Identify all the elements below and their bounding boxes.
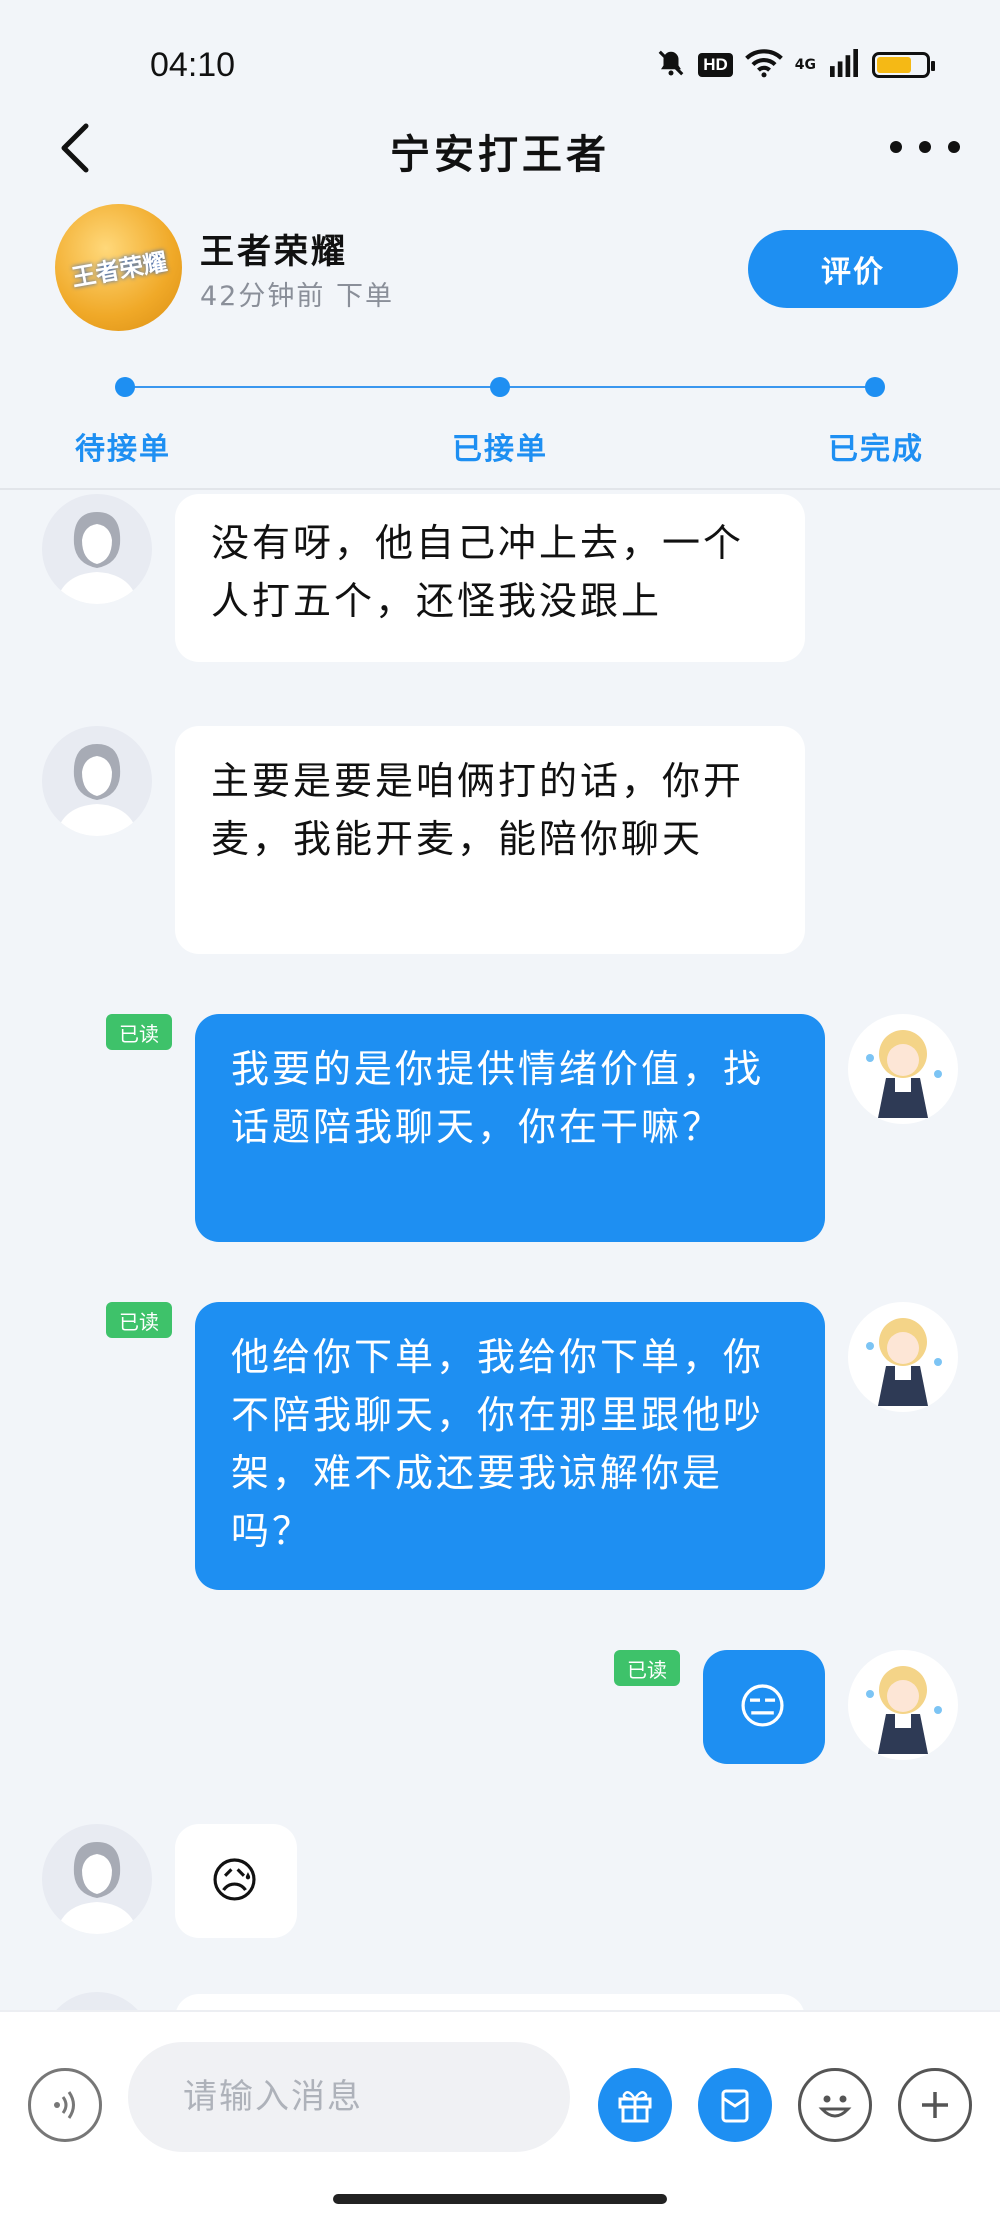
- message-bubble[interactable]: 没有呀，他自己冲上去，一个人打五个，还怪我没跟上: [175, 494, 805, 662]
- more-actions-button[interactable]: [898, 2068, 972, 2142]
- input-bar: [0, 2010, 1000, 2222]
- avatar[interactable]: [42, 1992, 152, 2010]
- message-bubble[interactable]: 我要的是你提供情绪价值，找话题陪我聊天，你在干嘛？: [195, 1014, 825, 1242]
- order-time: 42分钟前 下单: [200, 281, 394, 312]
- emoji-bubble[interactable]: 😥: [175, 1824, 297, 1938]
- message-bubble-partial[interactable]: [175, 1994, 805, 2010]
- battery-level: [877, 57, 911, 73]
- emoji-bubble[interactable]: 😑: [703, 1650, 825, 1764]
- signal-icon: [828, 49, 860, 81]
- emoji-button[interactable]: [798, 2068, 872, 2142]
- network-label: 4G: [794, 57, 816, 73]
- status-time: 04:10: [150, 46, 236, 84]
- page-title: 宁安打王者: [390, 132, 610, 178]
- smiley-icon: [818, 2095, 852, 2118]
- rate-button[interactable]: 评价: [748, 230, 958, 308]
- anime-avatar-icon: [866, 1318, 942, 1406]
- message-list[interactable]: 没有呀，他自己冲上去，一个人打五个，还怪我没跟上 主要是要是咱俩打的话，你开麦，…: [0, 490, 1000, 2010]
- user-avatar[interactable]: [848, 1650, 958, 1760]
- voice-icon: [54, 2091, 75, 2119]
- home-indicator[interactable]: [333, 2194, 667, 2204]
- game-name: 王者荣耀: [200, 232, 348, 272]
- status-bar: 04:10 HD 4G: [0, 0, 1000, 100]
- dot-icon: [919, 141, 931, 153]
- progress-dot-completed: [865, 377, 885, 397]
- default-avatar-icon: [56, 744, 138, 836]
- avatar[interactable]: [42, 494, 152, 604]
- step-accepted-label: 已接单: [452, 432, 548, 467]
- wifi-icon: [744, 48, 783, 82]
- message-input[interactable]: [128, 2042, 570, 2152]
- progress-dot-accepted: [490, 377, 510, 397]
- battery-icon: [872, 52, 935, 78]
- game-logo[interactable]: 王者荣耀: [55, 204, 182, 331]
- read-badge: 已读: [106, 1302, 172, 1338]
- step-completed-label: 已完成: [828, 432, 924, 467]
- red-packet-icon: [721, 2089, 749, 2123]
- title-bar: 宁安打王者: [0, 100, 1000, 200]
- more-options-button[interactable]: [890, 122, 960, 172]
- anime-avatar-icon: [866, 1030, 942, 1118]
- avatar[interactable]: [42, 1824, 152, 1934]
- avatar[interactable]: [42, 726, 152, 836]
- dot-icon: [948, 141, 960, 153]
- dot-icon: [890, 141, 902, 153]
- default-avatar-icon: [56, 1842, 138, 1934]
- read-badge: 已读: [614, 1650, 680, 1686]
- order-header: 王者荣耀 王者荣耀 42分钟前 下单 评价 待接单 已接单 已完成: [0, 200, 1000, 490]
- game-logo-text: 王者荣耀: [69, 247, 169, 293]
- mute-bell-icon: [656, 48, 686, 82]
- anime-avatar-icon: [866, 1666, 942, 1754]
- red-packet-button[interactable]: [698, 2068, 772, 2142]
- voice-button[interactable]: [28, 2068, 102, 2142]
- read-badge: 已读: [106, 1014, 172, 1050]
- default-avatar-icon: [56, 512, 138, 604]
- user-avatar[interactable]: [848, 1302, 958, 1412]
- hd-badge: HD: [698, 53, 733, 77]
- message-bubble[interactable]: 主要是要是咱俩打的话，你开麦，我能开麦，能陪你聊天: [175, 726, 805, 954]
- user-avatar[interactable]: [848, 1014, 958, 1124]
- progress-dot-pending: [115, 377, 135, 397]
- status-icons: HD 4G: [656, 48, 935, 82]
- gift-icon: [618, 2091, 652, 2123]
- step-pending-label: 待接单: [75, 432, 171, 467]
- message-bubble[interactable]: 他给你下单，我给你下单，你不陪我聊天，你在那里跟他吵架，难不成还要我谅解你是吗？: [195, 1302, 825, 1590]
- plus-icon: [922, 2092, 948, 2118]
- gift-button[interactable]: [598, 2068, 672, 2142]
